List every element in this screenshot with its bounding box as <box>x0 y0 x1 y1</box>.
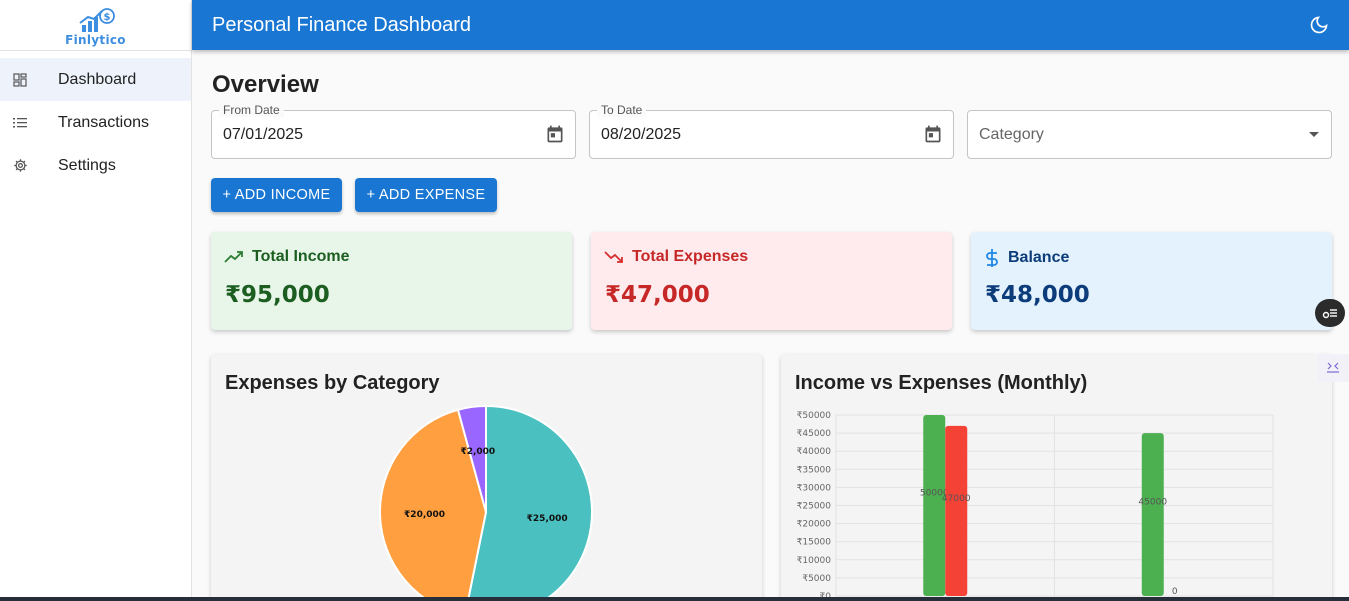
total-income-value: ₹95,000 <box>225 282 330 308</box>
y-tick-label: ₹5000 <box>802 574 831 584</box>
side-panel-tab[interactable] <box>1317 354 1349 382</box>
card-title: Total Income <box>252 248 350 265</box>
y-tick-label: ₹15000 <box>797 538 832 548</box>
category-select[interactable]: Category <box>967 110 1332 159</box>
logo-icon: $ <box>78 8 115 32</box>
floating-accessibility-button[interactable] <box>1315 299 1345 327</box>
sidebar-item-settings[interactable]: Settings <box>0 144 191 187</box>
card-title: Total Expenses <box>632 248 749 265</box>
trending-down-icon <box>604 251 623 263</box>
trending-up-icon <box>224 251 243 263</box>
sidebar-item-label: Dashboard <box>58 70 137 88</box>
total-expenses-value: ₹47,000 <box>605 282 710 308</box>
sidebar-nav: Dashboard Transactions Settings <box>0 58 191 187</box>
to-date-value[interactable]: 08/20/2025 <box>601 126 681 144</box>
logo[interactable]: $ Finlytico <box>0 0 191 51</box>
sidebar-item-transactions[interactable]: Transactions <box>0 101 191 144</box>
sidebar: $ Finlytico Dashboard Transactions Setti… <box>0 0 192 601</box>
bar <box>923 415 946 596</box>
y-tick-label: ₹10000 <box>797 556 832 566</box>
to-date-field[interactable]: To Date 08/20/2025 <box>589 103 954 159</box>
bar-data-label: 45000 <box>1138 498 1167 508</box>
bar <box>1141 433 1164 596</box>
from-date-field[interactable]: From Date 07/01/2025 <box>211 103 576 159</box>
svg-text:$: $ <box>103 12 110 23</box>
sidebar-item-label: Settings <box>58 156 116 174</box>
calendar-icon[interactable] <box>545 124 565 144</box>
list-icon <box>0 117 58 129</box>
balance-card: Balance ₹48,000 <box>971 232 1332 330</box>
total-expenses-card: Total Expenses ₹47,000 <box>591 232 952 330</box>
add-income-button[interactable]: + ADD INCOME <box>211 178 342 212</box>
sidebar-item-label: Transactions <box>58 113 149 131</box>
pie-data-label: ₹20,000 <box>404 510 445 520</box>
to-date-label: To Date <box>597 103 647 117</box>
pie-data-label: ₹2,000 <box>460 447 495 457</box>
sidebar-item-dashboard[interactable]: Dashboard <box>0 58 191 101</box>
expand-icon <box>1327 362 1339 373</box>
y-tick-label: ₹40000 <box>797 447 832 457</box>
category-placeholder: Category <box>979 126 1044 143</box>
total-income-card: Total Income ₹95,000 <box>211 232 572 330</box>
page-title: Overview <box>212 71 319 98</box>
y-tick-label: ₹50000 <box>797 411 832 421</box>
y-tick-label: ₹45000 <box>797 429 832 439</box>
app-title: Personal Finance Dashboard <box>212 13 472 36</box>
dark-mode-toggle[interactable] <box>1309 15 1329 35</box>
from-date-label: From Date <box>219 103 284 117</box>
y-tick-label: ₹35000 <box>797 465 832 475</box>
bar <box>945 425 968 596</box>
dashboard-icon <box>0 72 58 87</box>
taskbar-edge <box>0 597 1349 601</box>
bar-chart: ₹0₹5000₹10000₹15000₹20000₹25000₹30000₹35… <box>797 411 1274 601</box>
balance-value: ₹48,000 <box>985 282 1090 308</box>
pie-chart: ₹25,000 ₹20,000 ₹2,000 <box>379 404 593 601</box>
from-date-value[interactable]: 07/01/2025 <box>223 126 303 144</box>
bar-data-label: 0 <box>1172 587 1178 597</box>
y-tick-label: ₹30000 <box>797 483 832 493</box>
main-content: Overview From Date 07/01/2025 To Date 08… <box>192 50 1349 601</box>
toggle-icon <box>1322 309 1337 319</box>
moon-icon <box>1310 16 1328 34</box>
logo-text: Finlytico <box>65 33 126 47</box>
bar-data-label: 47000 <box>942 494 971 504</box>
app-bar: Personal Finance Dashboard <box>192 0 1349 50</box>
gear-icon <box>0 158 58 173</box>
add-expense-button[interactable]: + ADD EXPENSE <box>355 178 497 212</box>
pie-data-label: ₹25,000 <box>527 514 568 524</box>
calendar-icon[interactable] <box>923 124 943 144</box>
income-vs-expenses-panel: Income vs Expenses (Monthly) ₹0₹5000₹100… <box>781 354 1332 601</box>
dollar-icon <box>986 249 998 267</box>
card-title: Balance <box>1008 249 1070 266</box>
expenses-by-category-panel: Expenses by Category ₹25,000 ₹20,000 ₹2,00… <box>211 354 762 601</box>
y-tick-label: ₹20000 <box>797 520 832 530</box>
y-tick-label: ₹25000 <box>797 502 832 512</box>
chevron-down-icon[interactable] <box>1309 132 1319 137</box>
